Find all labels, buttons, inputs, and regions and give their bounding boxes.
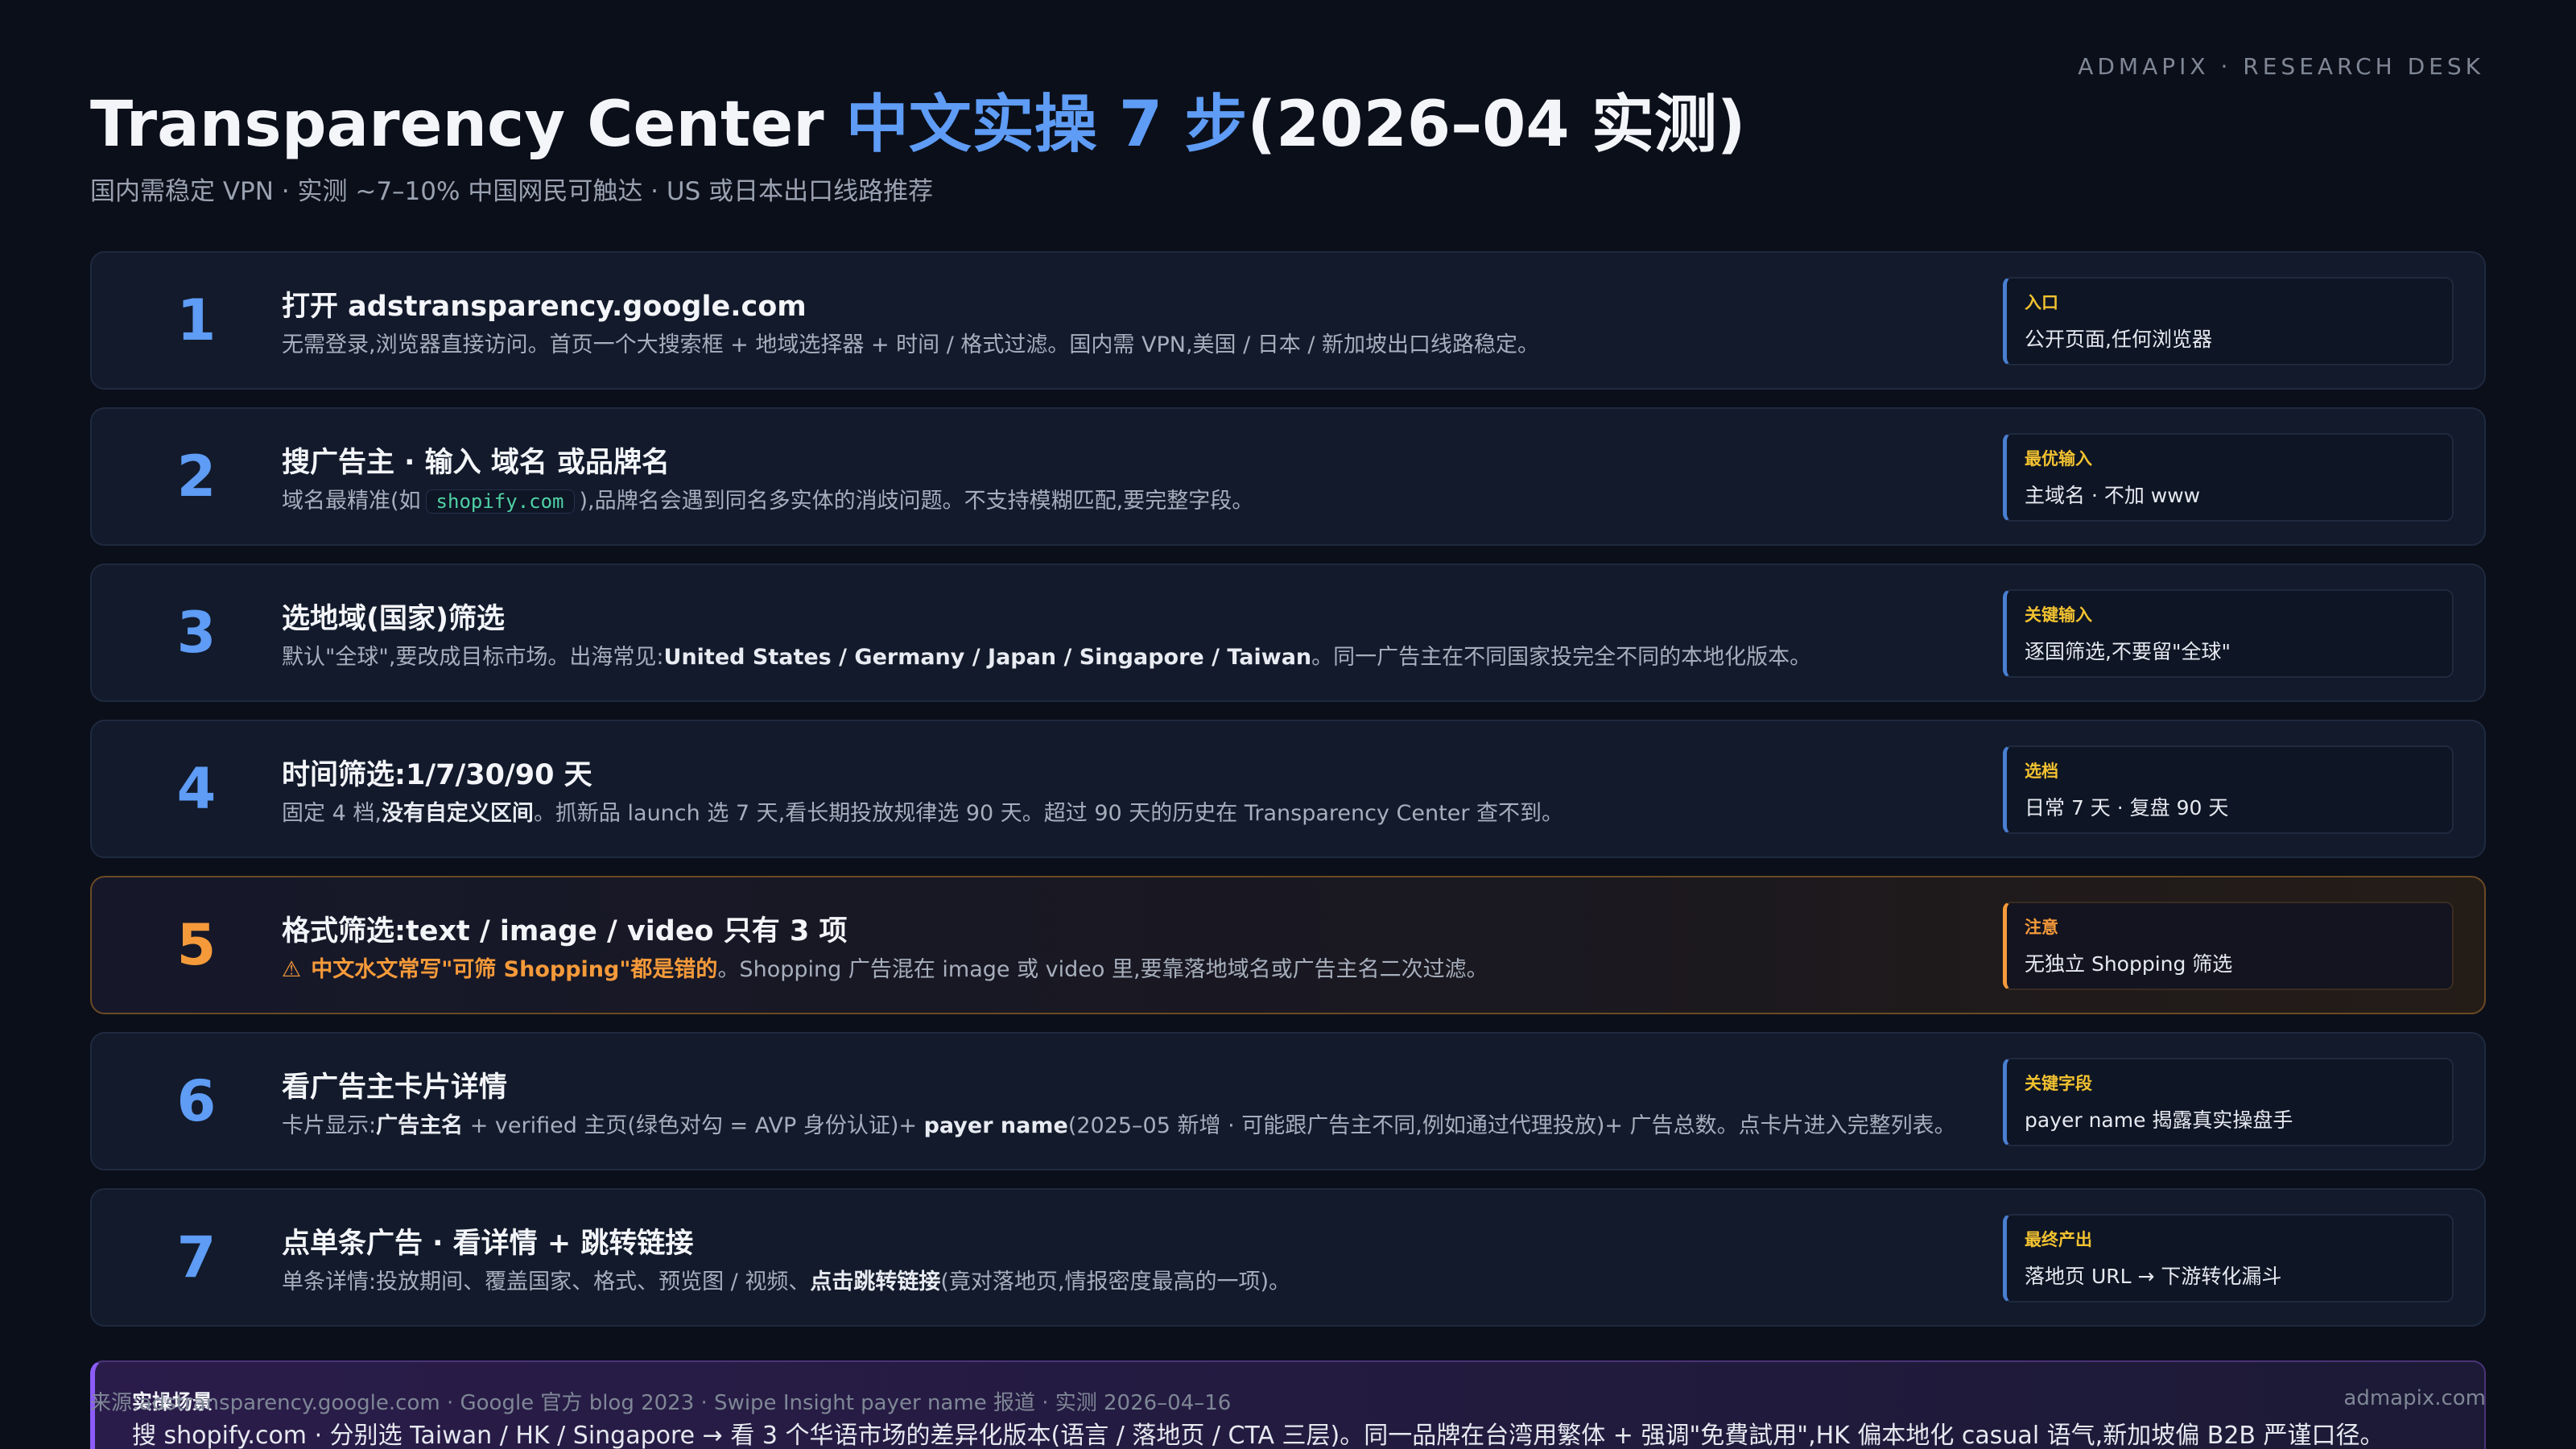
footer-site-link[interactable]: admapix.com xyxy=(2343,1386,2486,1410)
desc-bold: 没有自定义区间 xyxy=(381,801,534,826)
tag-value: 公开页面,任何浏览器 xyxy=(2025,328,2212,351)
desc-text: 。抓新品 launch 选 7 天,看长期投放规律选 90 天。超过 90 天的… xyxy=(533,801,1564,826)
step-card-2: 2 搜广告主 · 输入 域名 或品牌名 域名最精准(如 shopify.com),… xyxy=(90,407,2486,546)
step-card-6: 6 看广告主卡片详情 卡片显示:广告主名 + verified 主页(绿色对勾 … xyxy=(90,1032,2486,1170)
tag-value: 日常 7 天 · 复盘 90 天 xyxy=(2025,796,2229,819)
desc-text: (竟对落地页,情报密度最高的一项)。 xyxy=(940,1269,1291,1294)
step-tag: 入口 公开页面,任何浏览器 xyxy=(2003,277,2454,365)
tag-label: 最优输入 xyxy=(2025,449,2092,469)
desc-text: 卡片显示: xyxy=(282,1113,377,1138)
step-title: 打开 adstransparency.google.com xyxy=(282,291,807,323)
brand-label: ADMAPIX · RESEARCH DESK xyxy=(2078,53,2484,80)
step-number: 3 xyxy=(176,600,217,666)
step-tag: 最终产出 落地页 URL → 下游转化漏斗 xyxy=(2003,1214,2454,1302)
step-number: 6 xyxy=(176,1068,217,1134)
title-accent: 中文实操 7 步 xyxy=(845,89,1248,161)
step-card-7: 7 点单条广告 · 看详情 + 跳转链接 单条详情:投放期间、覆盖国家、格式、预… xyxy=(90,1188,2486,1327)
step-number: 7 xyxy=(176,1224,217,1290)
step-title: 看广告主卡片详情 xyxy=(282,1071,508,1104)
page-subtitle: 国内需稳定 VPN · 实测 ~7–10% 中国网民可触达 · US 或日本出口… xyxy=(90,177,934,206)
desc-bold: 广告主名 xyxy=(376,1113,464,1138)
step-description: 单条详情:投放期间、覆盖国家、格式、预览图 / 视频、点击跳转链接(竟对落地页,… xyxy=(282,1264,2053,1295)
desc-text: ),品牌名会遇到同名多实体的消歧问题。不支持模糊匹配,要完整字段。 xyxy=(579,489,1254,514)
step-card-4: 4 时间筛选:1/7/30/90 天 固定 4 档,没有自定义区间。抓新品 la… xyxy=(90,720,2486,858)
desc-text: + verified 主页(绿色对勾 = AVP 身份认证)+ xyxy=(463,1113,924,1138)
desc-text: 默认"全球",要改成目标市场。出海常见: xyxy=(282,645,664,670)
step-number: 5 xyxy=(176,912,217,978)
step-number: 4 xyxy=(176,756,217,822)
step-description: ⚠ 中文水文常写"可筛 Shopping"都是错的。Shopping 广告混在 i… xyxy=(282,952,2053,983)
step-tag: 最优输入 主域名 · 不加 www xyxy=(2003,433,2454,522)
step-number: 1 xyxy=(176,287,217,353)
tag-label: 注意 xyxy=(2025,918,2058,937)
step-card-1: 1 打开 adstransparency.google.com 无需登录,浏览器… xyxy=(90,251,2486,390)
desc-bold: 点击跳转链接 xyxy=(810,1269,941,1294)
step-tag: 关键输入 逐国筛选,不要留"全球" xyxy=(2003,589,2454,678)
tag-value: 落地页 URL → 下游转化漏斗 xyxy=(2025,1265,2282,1288)
step-tag: 关键字段 payer name 揭露真实操盘手 xyxy=(2003,1058,2454,1146)
step-title: 格式筛选:text / image / video 只有 3 项 xyxy=(282,915,848,947)
step-description: 域名最精准(如 shopify.com),品牌名会遇到同名多实体的消歧问题。不支持… xyxy=(282,483,2053,514)
step-number: 2 xyxy=(176,444,217,510)
tag-value: 逐国筛选,不要留"全球" xyxy=(2025,640,2231,663)
desc-text: 。同一广告主在不同国家投完全不同的本地化版本。 xyxy=(1311,645,1812,670)
step-title: 时间筛选:1/7/30/90 天 xyxy=(282,759,592,791)
tag-label: 选档 xyxy=(2025,762,2058,781)
footer-source: 来源:adstransparency.google.com · Google 官… xyxy=(90,1391,1232,1415)
title-main: Transparency Center xyxy=(90,89,846,161)
step-description: 默认"全球",要改成目标市场。出海常见:United States / Germ… xyxy=(282,639,2053,671)
step-description: 卡片显示:广告主名 + verified 主页(绿色对勾 = AVP 身份认证)… xyxy=(282,1108,2053,1139)
steps-list: 1 打开 adstransparency.google.com 无需登录,浏览器… xyxy=(90,251,2486,1344)
desc-text: 域名最精准(如 xyxy=(282,489,421,514)
step-title: 点单条广告 · 看详情 + 跳转链接 xyxy=(282,1228,694,1260)
domain-code: shopify.com xyxy=(425,489,575,514)
warning-icon: ⚠ xyxy=(282,957,302,982)
desc-text: 单条详情:投放期间、覆盖国家、格式、预览图 / 视频、 xyxy=(282,1269,811,1294)
step-title: 选地域(国家)筛选 xyxy=(282,603,505,635)
desc-bold: United States / Germany / Japan / Singap… xyxy=(663,645,1312,670)
step-card-3: 3 选地域(国家)筛选 默认"全球",要改成目标市场。出海常见:United S… xyxy=(90,564,2486,702)
tag-value: payer name 揭露真实操盘手 xyxy=(2025,1108,2293,1132)
step-tag: 选档 日常 7 天 · 复盘 90 天 xyxy=(2003,745,2454,834)
tag-value: 无独立 Shopping 筛选 xyxy=(2025,952,2233,976)
step-description: 无需登录,浏览器直接访问。首页一个大搜索框 + 地域选择器 + 时间 / 格式过… xyxy=(282,332,1540,357)
step-card-5: 5 格式筛选:text / image / video 只有 3 项 ⚠ 中文水文… xyxy=(90,876,2486,1014)
title-tail: (2026–04 实测) xyxy=(1247,89,1746,161)
desc-text: 固定 4 档, xyxy=(282,801,382,826)
desc-text: (2025–05 新增 · 可能跟广告主不同,例如通过代理投放)+ 广告总数。点… xyxy=(1067,1113,1956,1138)
step-title: 搜广告主 · 输入 域名 或品牌名 xyxy=(282,447,671,479)
tag-label: 最终产出 xyxy=(2025,1230,2092,1249)
desc-bold: payer name xyxy=(923,1113,1068,1138)
scenario-text: 搜 shopify.com · 分别选 Taiwan / HK / Singap… xyxy=(132,1422,2384,1449)
step-description: 固定 4 档,没有自定义区间。抓新品 launch 选 7 天,看长期投放规律选… xyxy=(282,795,2053,827)
desc-warning: 中文水文常写"可筛 Shopping"都是错的 xyxy=(311,957,718,982)
tag-label: 关键输入 xyxy=(2025,605,2092,625)
tag-label: 入口 xyxy=(2025,293,2058,312)
tag-value: 主域名 · 不加 www xyxy=(2025,484,2201,507)
tag-label: 关键字段 xyxy=(2025,1074,2092,1093)
page-title: Transparency Center 中文实操 7 步(2026–04 实测) xyxy=(90,74,1745,164)
desc-text: 。Shopping 广告混在 image 或 video 里,要靠落地域名或广告… xyxy=(717,957,1488,982)
step-tag: 注意 无独立 Shopping 筛选 xyxy=(2003,902,2454,990)
